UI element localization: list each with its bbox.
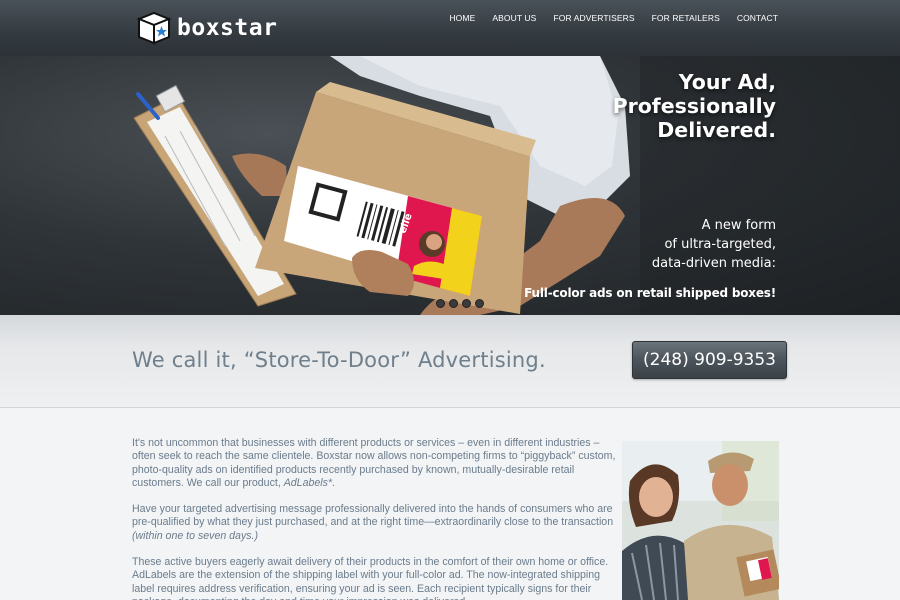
delivery-photo <box>622 441 779 600</box>
main-content: It's not uncommon that businesses with d… <box>132 437 618 600</box>
slider-dot-3[interactable] <box>462 299 471 308</box>
slider-dot-1[interactable] <box>436 299 445 308</box>
nav-contact[interactable]: CONTACT <box>737 12 778 24</box>
hero-banner: elle Your Ad, Professionally Delivered. … <box>0 56 900 315</box>
hero-subtext: A new form of ultra-targeted, data-drive… <box>651 218 776 271</box>
buyers-paragraph: These active buyers eagerly await delive… <box>132 556 609 600</box>
nav-home[interactable]: HOME <box>449 12 475 24</box>
slider-dots <box>436 299 484 308</box>
tagline: We call it, “Store-To-Door” Advertising. <box>132 348 546 372</box>
slider-dot-4[interactable] <box>475 299 484 308</box>
logo-text: boxstar <box>177 15 278 41</box>
hero-cta-text: Full-color ads on retail shipped boxes! <box>524 286 776 300</box>
site-header: boxstar HOME ABOUT US FOR ADVERTISERS FO… <box>0 0 900 56</box>
box-star-icon <box>136 11 172 45</box>
nav-for-retailers[interactable]: FOR RETAILERS <box>652 12 720 24</box>
hero-headline: Your Ad, Professionally Delivered. <box>612 70 776 142</box>
main-nav: HOME ABOUT US FOR ADVERTISERS FOR RETAIL… <box>449 12 778 24</box>
slider-dot-2[interactable] <box>449 299 458 308</box>
logo[interactable]: boxstar <box>136 11 277 45</box>
nav-about-us[interactable]: ABOUT US <box>492 12 536 24</box>
nav-for-advertisers[interactable]: FOR ADVERTISERS <box>553 12 634 24</box>
intro-paragraph: It's not uncommon that businesses with d… <box>132 437 616 489</box>
phone-button[interactable]: (248) 909-9353 <box>632 341 787 379</box>
delivery-paragraph: Have your targeted advertising message p… <box>132 503 614 542</box>
